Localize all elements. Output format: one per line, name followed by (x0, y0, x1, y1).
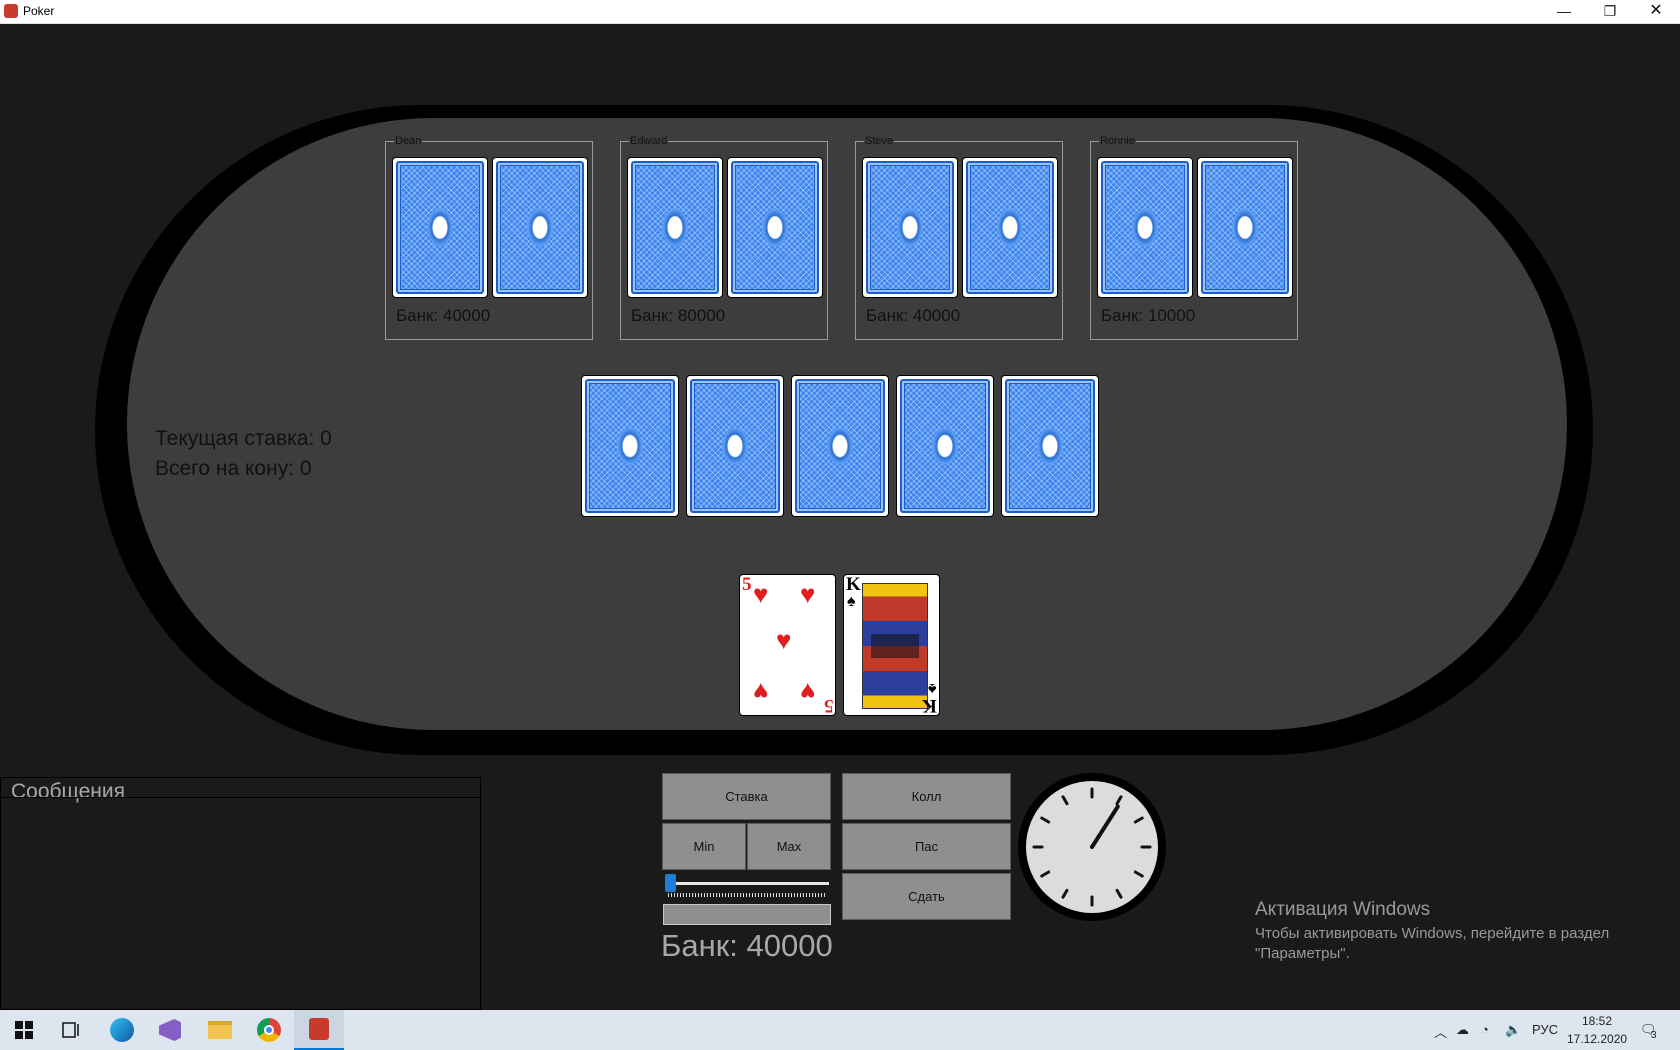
card-rank: K (922, 695, 937, 716)
maximize-button[interactable]: ❐ (1587, 0, 1633, 23)
window-titlebar: Poker — ❐ ✕ (0, 0, 1680, 24)
messages-panel: Сообщения (0, 777, 481, 1010)
card-back (1197, 157, 1293, 298)
min-bet-button[interactable]: Min (662, 823, 746, 870)
card-back (962, 157, 1058, 298)
card-rank: 5 (742, 574, 752, 595)
network-icon[interactable]: ◔ (1481, 1022, 1489, 1037)
window-title: Poker (23, 4, 55, 18)
clock-tick (1115, 795, 1123, 806)
player-bank: Банк: 10000 (1101, 306, 1196, 325)
windows-logo-icon (15, 1021, 33, 1039)
card-rank: 5 (823, 695, 834, 716)
clock-tick (1040, 816, 1051, 824)
card-back (1097, 157, 1193, 298)
clock-face (1026, 781, 1158, 913)
card-back (862, 157, 958, 298)
card-back (392, 157, 488, 298)
community-card-4 (896, 375, 994, 517)
max-bet-button[interactable]: Max (747, 823, 831, 870)
bet-slider-ticks (668, 893, 825, 897)
clock-tick (1133, 870, 1144, 878)
heart-pip-icon: ♥ (776, 625, 792, 655)
bet-slider-track[interactable] (665, 882, 829, 885)
community-card-3 (791, 375, 889, 517)
poker-app-icon (309, 1018, 329, 1040)
heart-pip-icon: ♥ (800, 579, 816, 609)
player-bank: Банк: 80000 (631, 306, 726, 325)
hand-card-2: K ♠ ♠ K (843, 574, 940, 716)
heart-pip-icon: ♥ (800, 677, 816, 707)
player-bank: Банк: 40000 (396, 306, 491, 325)
bet-slider-thumb[interactable] (665, 874, 676, 892)
hand-card-1: 5 ♥ ♥ ♥ ♥ ♥ 5 (739, 574, 836, 716)
heart-pip-icon: ♥ (753, 677, 769, 707)
volume-icon[interactable]: 🔈 (1505, 1022, 1521, 1038)
clock-tick (1040, 870, 1051, 878)
edge-icon (110, 1018, 134, 1042)
windows-taskbar: ︿ ☁ ◔ 🔈 РУС 18:52 17.12.2020 🗨 3 (0, 1010, 1680, 1050)
task-view-button[interactable] (48, 1010, 96, 1050)
player-name: Dean (394, 134, 423, 148)
folder-icon (208, 1021, 232, 1039)
visual-studio-taskbar-button[interactable] (146, 1010, 194, 1050)
call-button[interactable]: Колл (842, 773, 1011, 820)
current-bet-label: Текущая ставка: 0 (155, 427, 332, 450)
messages-title: Сообщения (11, 780, 125, 803)
show-hidden-icons-icon[interactable]: ︿ (1434, 1022, 1447, 1041)
community-card-1 (581, 375, 679, 517)
player-panel-dean: Dean Банк: 40000 (385, 134, 593, 340)
chrome-icon (257, 1018, 281, 1042)
community-card-5 (1001, 375, 1099, 517)
player-name: Steve (864, 134, 895, 148)
card-back (627, 157, 723, 298)
player-panel-edward: Edward Банк: 80000 (620, 134, 828, 340)
messages-divider (1, 797, 480, 798)
minimize-button[interactable]: — (1541, 0, 1587, 23)
card-back (727, 157, 823, 298)
poker-app-icon (4, 4, 18, 18)
player-name: Edward (629, 134, 669, 148)
card-back (492, 157, 588, 298)
heart-pip-icon: ♥ (753, 579, 769, 609)
activation-text: Чтобы активировать Windows, перейдите в … (1255, 924, 1635, 964)
clock-tick (1061, 795, 1069, 806)
card-rank: K (846, 574, 861, 595)
taskbar-date[interactable]: 17.12.2020 (1567, 1032, 1627, 1046)
notification-count: 3 (1651, 1030, 1657, 1041)
input-language[interactable]: РУС (1532, 1022, 1558, 1037)
check-button[interactable]: Пас (842, 823, 1011, 870)
poker-taskbar-button[interactable] (294, 1010, 344, 1050)
king-portrait-icon (862, 583, 928, 709)
edge-taskbar-button[interactable] (98, 1010, 146, 1050)
player-bank-total: Банк: 40000 (661, 928, 833, 963)
clock-tick (1133, 816, 1144, 824)
clock-tick (1115, 888, 1123, 899)
community-card-2 (686, 375, 784, 517)
bet-amount-field[interactable] (663, 904, 831, 925)
fold-button[interactable]: Сдать (842, 873, 1011, 920)
player-panel-steve: Steve Банк: 40000 (855, 134, 1063, 340)
player-panel-ronnie: Ronnie Банк: 10000 (1090, 134, 1298, 340)
player-bank: Банк: 40000 (866, 306, 961, 325)
clock-tick (1061, 888, 1069, 899)
visual-studio-icon (159, 1019, 181, 1041)
activation-line2: "Параметры". (1255, 945, 1350, 962)
clock-hand (1090, 804, 1120, 849)
onedrive-icon[interactable]: ☁ (1456, 1022, 1469, 1038)
file-explorer-taskbar-button[interactable] (196, 1010, 244, 1050)
close-button[interactable]: ✕ (1633, 0, 1679, 23)
start-button[interactable] (0, 1010, 48, 1050)
task-view-icon (62, 1022, 79, 1038)
bet-button[interactable]: Ставка (662, 773, 831, 820)
chrome-taskbar-button[interactable] (245, 1010, 293, 1050)
player-name: Ronnie (1099, 134, 1136, 148)
total-pot-label: Всего на кону: 0 (155, 457, 312, 480)
clock-icon (1032, 787, 1152, 907)
activation-line1: Чтобы активировать Windows, перейдите в … (1255, 925, 1610, 942)
activation-title: Активация Windows (1255, 899, 1431, 920)
spade-icon: ♠ (847, 593, 856, 610)
taskbar-time[interactable]: 18:52 (1582, 1014, 1612, 1028)
